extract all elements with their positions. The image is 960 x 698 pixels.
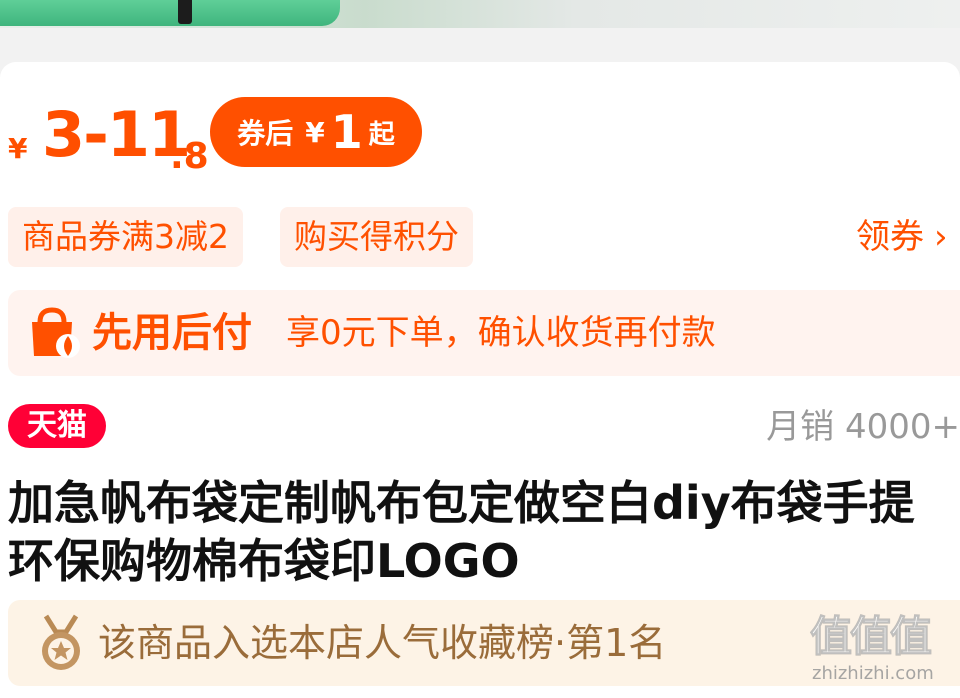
tmall-badge: 天猫 — [8, 404, 106, 448]
promo-tag-points[interactable]: 购买得积分 — [280, 207, 473, 267]
bag-strap-image-part — [0, 0, 340, 26]
image-gap — [0, 28, 960, 62]
shop-rank-text: 该商品入选本店人气收藏榜·第1名 — [98, 621, 667, 665]
price-range-decimal: .8 — [170, 136, 209, 177]
shop-rank-banner[interactable]: 该商品入选本店人气收藏榜·第1名 — [8, 600, 960, 686]
get-coupon-button[interactable]: 领券 › — [856, 207, 948, 267]
after-coupon-price-pill[interactable]: 券后 ¥ 1 起 — [210, 97, 422, 167]
price-range-main: 3-11 — [42, 98, 191, 171]
bag-tag-image-part — [178, 0, 192, 24]
price-currency: ¥ — [8, 132, 28, 165]
promo-tag-coupon[interactable]: 商品券满3减2 — [8, 207, 243, 267]
chevron-right-icon: › — [934, 217, 948, 257]
after-coupon-currency: ¥ — [305, 115, 325, 149]
after-coupon-suffix: 起 — [368, 119, 395, 150]
monthly-sales: 月销 4000+ — [766, 407, 960, 447]
shopping-bag-icon — [32, 307, 80, 358]
after-coupon-value: 1 — [330, 105, 363, 159]
get-coupon-label: 领券 — [856, 217, 924, 257]
pay-later-title: 先用后付 — [92, 310, 252, 356]
after-coupon-label: 券后 — [237, 117, 294, 150]
pay-later-banner[interactable]: 先用后付 享0元下单，确认收货再付款 — [8, 290, 960, 376]
medal-icon — [42, 614, 80, 670]
product-title: 加急帆布袋定制帆布包定做空白diy布袋手提环保购物棉布袋印LOGO — [8, 476, 915, 588]
product-image-strip[interactable] — [0, 0, 960, 28]
pay-later-description: 享0元下单，确认收货再付款 — [286, 313, 716, 353]
